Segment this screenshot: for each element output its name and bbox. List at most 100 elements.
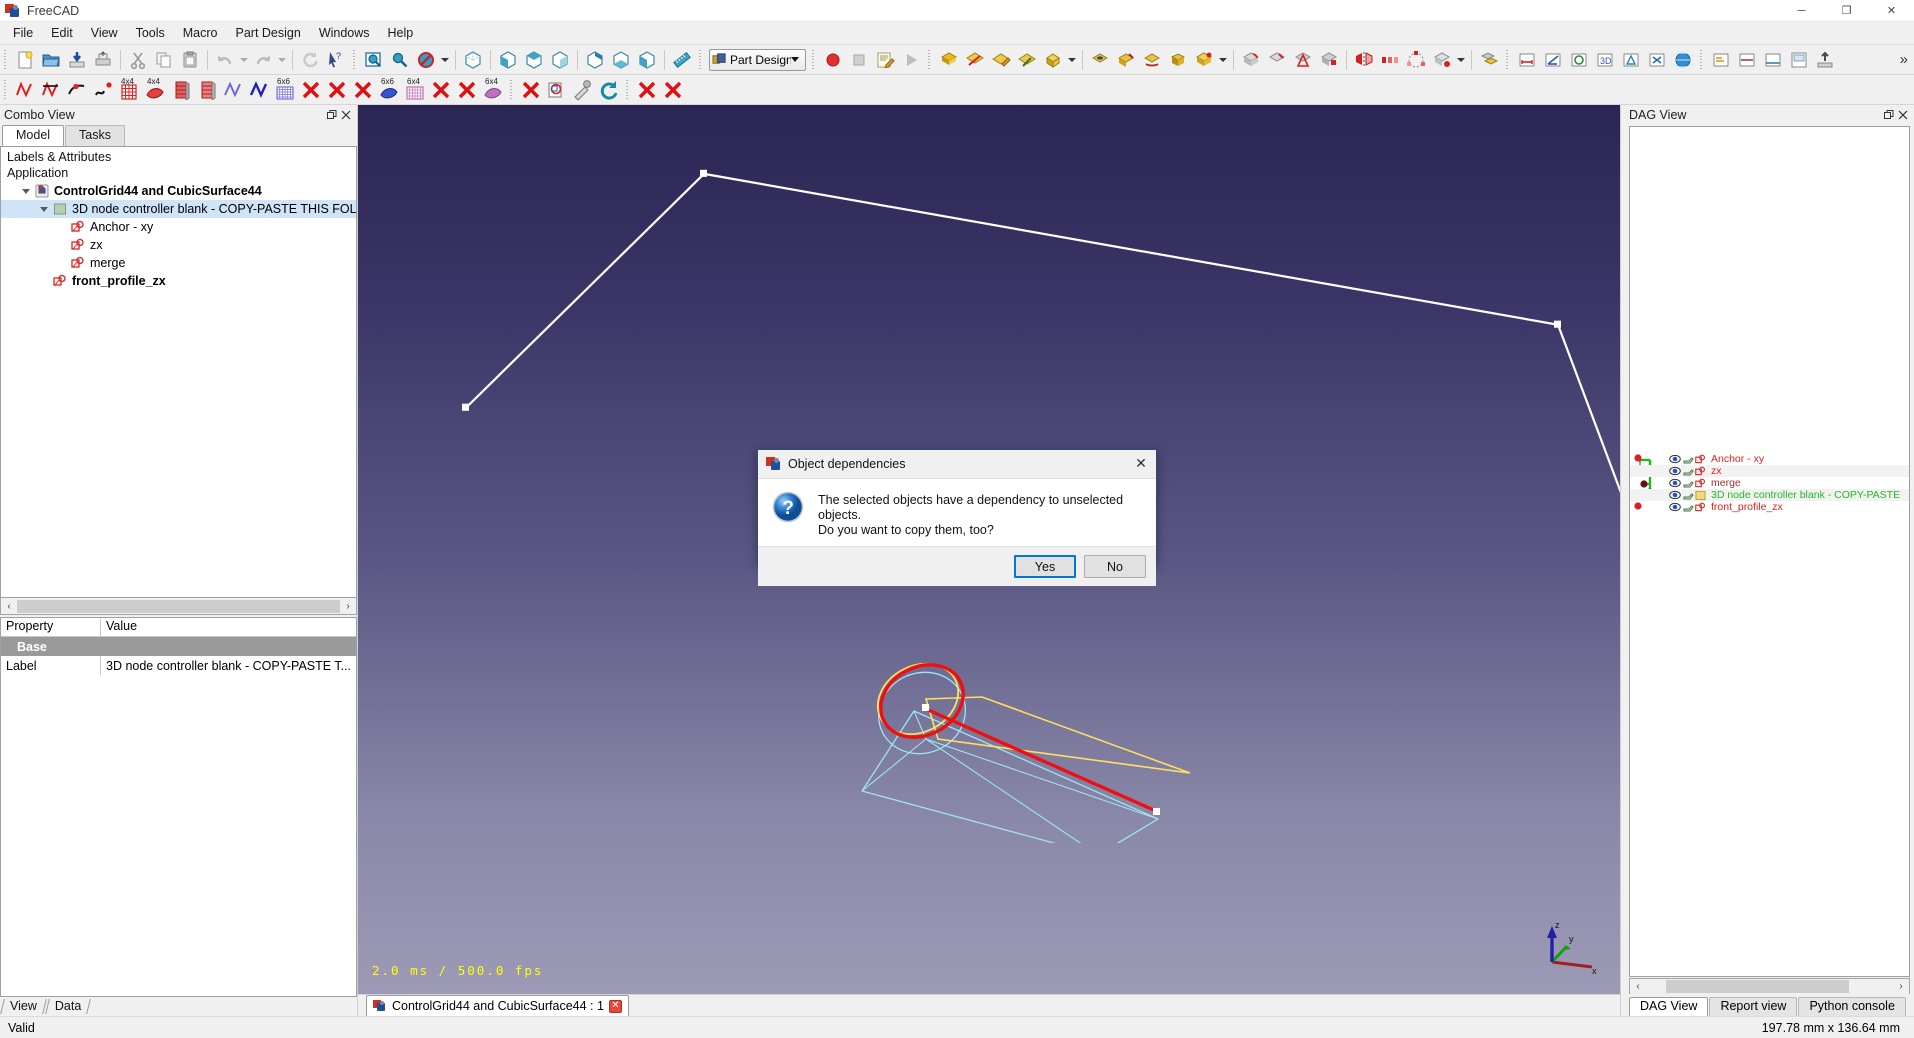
- no-button[interactable]: No: [1084, 555, 1146, 578]
- cubic-surface-6x6-icon[interactable]: 6x6: [376, 77, 402, 103]
- close-panel-icon[interactable]: [339, 108, 353, 122]
- measure-globe-icon[interactable]: [1670, 47, 1696, 73]
- tab-view[interactable]: View: [2, 998, 47, 1015]
- object-dependencies-dialog[interactable]: Object dependencies ✕ ? The selected obj…: [757, 449, 1157, 586]
- menu-macro[interactable]: Macro: [174, 22, 227, 44]
- boolean-icon[interactable]: [1476, 47, 1502, 73]
- toolbar-handle[interactable]: [927, 49, 933, 70]
- document-tab[interactable]: ControlGrid44 and CubicSurface44 : 1 ✕: [366, 995, 629, 1016]
- measure-toggle-3d-icon[interactable]: 3D: [1592, 47, 1618, 73]
- property-value[interactable]: 3D node controller blank - COPY-PASTE T.…: [101, 656, 356, 675]
- delete-red-x7-icon[interactable]: [634, 77, 660, 103]
- left-view-icon[interactable]: [634, 47, 660, 73]
- polar-pattern-icon[interactable]: [1403, 47, 1429, 73]
- menu-part-design[interactable]: Part Design: [227, 22, 310, 44]
- property-row-label[interactable]: Label 3D node controller blank - COPY-PA…: [1, 656, 356, 675]
- multi-transform-icon[interactable]: [1429, 47, 1455, 73]
- draw-style-dropdown-icon[interactable]: [439, 47, 451, 73]
- tree-horizontal-scrollbar[interactable]: ‹ ›: [0, 598, 357, 615]
- menu-windows[interactable]: Windows: [310, 22, 379, 44]
- dag-node-zx[interactable]: zx: [1630, 465, 1909, 477]
- cubic-surface-6x4-icon[interactable]: 6x4: [480, 77, 506, 103]
- scroll-thumb[interactable]: [17, 599, 340, 613]
- macro-record-icon[interactable]: [820, 47, 846, 73]
- front-view-icon[interactable]: [495, 47, 521, 73]
- touch-hand-icon[interactable]: [1681, 454, 1694, 465]
- control-grid-pole-icon[interactable]: [168, 77, 194, 103]
- toolbar-handle[interactable]: [3, 79, 9, 100]
- measure-linear-icon[interactable]: [1514, 47, 1540, 73]
- delete-red-x4-icon[interactable]: [428, 77, 454, 103]
- control-grid-4x4-icon[interactable]: 4x4: [116, 77, 142, 103]
- tree-root-application[interactable]: Application: [1, 165, 356, 182]
- chevron-down-icon[interactable]: [791, 57, 799, 62]
- undo-icon[interactable]: [212, 47, 238, 73]
- draft-icon[interactable]: [1290, 47, 1316, 73]
- chamfer-icon[interactable]: [1264, 47, 1290, 73]
- toolbar-handle[interactable]: [698, 49, 704, 70]
- touch-hand-icon[interactable]: [1681, 466, 1694, 477]
- visibility-eye-icon[interactable]: [1668, 490, 1681, 500]
- transform-dropdown-icon[interactable]: [1455, 47, 1467, 73]
- close-panel-icon[interactable]: [1896, 108, 1910, 122]
- dag-horizontal-scrollbar[interactable]: ‹ ›: [1629, 978, 1910, 994]
- visibility-eye-icon[interactable]: [1668, 454, 1681, 464]
- toolbar-handle[interactable]: [509, 79, 515, 100]
- close-icon[interactable]: ✕: [608, 999, 622, 1013]
- print-icon[interactable]: [90, 47, 116, 73]
- macro-edit-icon[interactable]: [872, 47, 898, 73]
- tab-model[interactable]: Model: [2, 125, 65, 146]
- fit-all-icon[interactable]: [361, 47, 387, 73]
- map-sketch-icon[interactable]: [1014, 47, 1040, 73]
- create-sketch-icon[interactable]: [962, 47, 988, 73]
- property-group-base[interactable]: Base: [1, 637, 356, 656]
- bottom-view-icon[interactable]: [608, 47, 634, 73]
- toolbar-handle[interactable]: [1699, 49, 1705, 70]
- fit-selection-icon[interactable]: [387, 47, 413, 73]
- measure-clear-all-icon[interactable]: [1644, 47, 1670, 73]
- scroll-track[interactable]: [1646, 978, 1893, 994]
- axonometric-view-icon[interactable]: [460, 47, 486, 73]
- blend-curve2-icon[interactable]: [246, 77, 272, 103]
- float-panel-icon[interactable]: [1882, 108, 1896, 122]
- right-view-icon[interactable]: [547, 47, 573, 73]
- model-tree[interactable]: Labels & Attributes Application ControlG…: [0, 146, 357, 598]
- undo-dropdown-icon[interactable]: [238, 47, 250, 73]
- paste-icon[interactable]: [177, 47, 203, 73]
- bezier-curve2-icon[interactable]: [90, 77, 116, 103]
- annotate-icon[interactable]: [1708, 47, 1734, 73]
- scroll-right-button[interactable]: ›: [340, 598, 356, 614]
- toolbar-handle[interactable]: [352, 49, 358, 70]
- menu-help[interactable]: Help: [379, 22, 423, 44]
- toolbar-handle[interactable]: [625, 79, 631, 100]
- visibility-eye-icon[interactable]: [1668, 478, 1681, 488]
- delete-red-x6-icon[interactable]: [518, 77, 544, 103]
- delete-red-x8-icon[interactable]: [660, 77, 686, 103]
- measure-icon[interactable]: [669, 47, 695, 73]
- toolbar-overflow-button[interactable]: »: [1900, 51, 1914, 68]
- touch-hand-icon[interactable]: [1681, 502, 1694, 513]
- control-grid-pole2-icon[interactable]: [194, 77, 220, 103]
- toolbar-handle[interactable]: [3, 49, 9, 70]
- polyline-red-icon[interactable]: [12, 77, 38, 103]
- control-grid-6x6-icon[interactable]: 6x6: [272, 77, 298, 103]
- delete-red-x2-icon[interactable]: [324, 77, 350, 103]
- measure-refresh-icon[interactable]: [1566, 47, 1592, 73]
- property-editor[interactable]: Property Value Base Label 3D node contro…: [0, 617, 357, 997]
- revolution-icon[interactable]: [1139, 47, 1165, 73]
- menu-view[interactable]: View: [82, 22, 127, 44]
- hole-icon[interactable]: [1113, 47, 1139, 73]
- draw-style-icon[interactable]: [413, 47, 439, 73]
- tree-item-zx[interactable]: zx: [1, 236, 356, 254]
- dag-node-folder[interactable]: 3D node controller blank - COPY-PASTE: [1630, 489, 1909, 501]
- cubic-surface-4x4-icon[interactable]: 4x4: [142, 77, 168, 103]
- maximize-button[interactable]: ❐: [1824, 0, 1869, 22]
- macro-execute-icon[interactable]: [898, 47, 924, 73]
- redo-dropdown-icon[interactable]: [276, 47, 288, 73]
- open-document-icon[interactable]: [38, 47, 64, 73]
- visibility-eye-icon[interactable]: [1668, 502, 1681, 512]
- tab-report-view[interactable]: Report view: [1709, 997, 1798, 1016]
- menu-edit[interactable]: Edit: [42, 22, 82, 44]
- pocket-icon[interactable]: [1087, 47, 1113, 73]
- dag-graph-canvas[interactable]: Anchor - xy zx merge 3D node controller …: [1629, 126, 1910, 977]
